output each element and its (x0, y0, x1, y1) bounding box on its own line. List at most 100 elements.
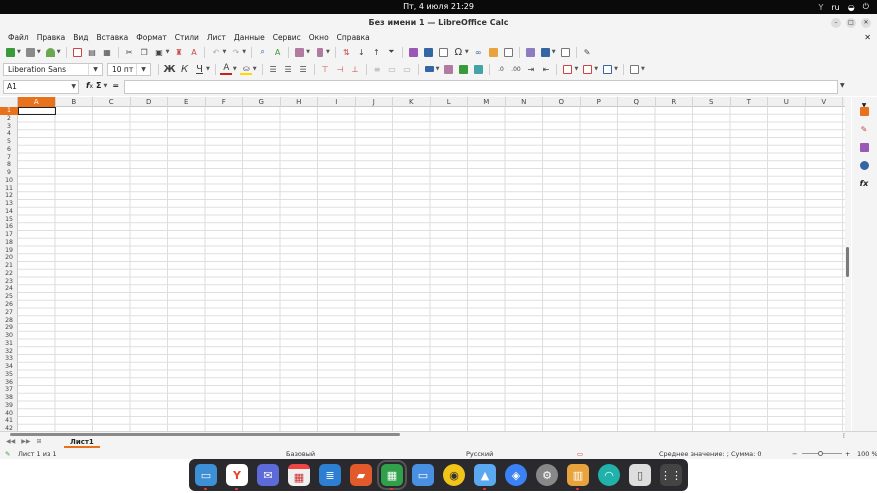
row-header[interactable]: 27 (0, 309, 18, 317)
menu-edit[interactable]: Правка (33, 32, 70, 44)
row-header[interactable]: 39 (0, 402, 18, 410)
settings-app-icon[interactable]: ⚙ (536, 464, 558, 486)
menu-insert[interactable]: Вставка (93, 32, 133, 44)
row-header[interactable]: 25 (0, 293, 18, 301)
app-store-icon[interactable]: ▲ (474, 464, 496, 490)
print-icon[interactable]: ▤ (86, 46, 98, 58)
align-bottom-icon[interactable]: ⊥ (349, 63, 361, 75)
border-color-icon[interactable] (602, 63, 614, 75)
chevron-down-icon[interactable]: ▼ (242, 49, 246, 55)
find-replace-icon[interactable]: ⌕ (257, 46, 269, 58)
font-color-button[interactable]: A (220, 63, 233, 75)
menu-help[interactable]: Справка (333, 32, 374, 44)
align-right-icon[interactable]: ☰ (297, 63, 309, 75)
export-pdf-icon[interactable] (71, 46, 83, 58)
menu-data[interactable]: Данные (230, 32, 269, 44)
close-document-icon[interactable]: ✕ (864, 32, 871, 44)
sort-icon[interactable]: ⇅ (340, 46, 352, 58)
menu-view[interactable]: Вид (69, 32, 92, 44)
define-print-area-icon[interactable] (524, 46, 536, 58)
row-header[interactable]: 30 (0, 332, 18, 340)
chevron-down-icon[interactable]: ▼ (552, 49, 556, 55)
zoom-slider-thumb[interactable] (818, 451, 823, 456)
row-header[interactable]: 11 (0, 185, 18, 193)
add-sheet-icon[interactable]: ⊞ (36, 438, 41, 445)
column-header[interactable]: N (506, 97, 543, 107)
insert-image-icon[interactable] (407, 46, 419, 58)
chevron-down-icon[interactable]: ▼ (326, 49, 330, 55)
name-box[interactable]: A1 ▼ (3, 80, 79, 94)
row-header[interactable]: 17 (0, 231, 18, 239)
system-monitor-app-icon[interactable]: ◠ (598, 464, 620, 486)
image-viewer-app-icon[interactable]: ▭ (412, 464, 434, 486)
sort-descending-icon[interactable]: ↑ (370, 46, 382, 58)
underline-button[interactable]: Ч (194, 63, 206, 75)
gallery-app-icon[interactable]: ▥ (567, 464, 589, 490)
sheet-tab[interactable]: Лист1 (64, 437, 100, 448)
column-header[interactable]: I (318, 97, 356, 107)
cell-area[interactable] (18, 107, 845, 431)
chevron-down-icon[interactable]: ▼ (222, 49, 226, 55)
sort-ascending-icon[interactable]: ↓ (355, 46, 367, 58)
row-header[interactable]: 15 (0, 216, 18, 224)
row-header[interactable]: 41 (0, 417, 18, 425)
italic-button[interactable]: К (179, 63, 191, 75)
increase-indent-icon[interactable]: ⇥ (525, 63, 537, 75)
row-header[interactable]: 5 (0, 138, 18, 146)
hyperlink-icon[interactable]: ∞ (472, 46, 484, 58)
chevron-down-icon[interactable]: ▼ (104, 83, 108, 89)
column-icon[interactable] (314, 46, 326, 58)
calendar-app-icon[interactable]: ▦ (288, 464, 310, 486)
conditional-format-icon[interactable] (629, 63, 641, 75)
column-header[interactable]: L (431, 97, 468, 107)
files-app-icon[interactable]: ▭ (195, 464, 217, 490)
column-header[interactable]: U (768, 97, 806, 107)
row-header[interactable]: 35 (0, 371, 18, 379)
active-cell-cursor[interactable] (18, 107, 56, 115)
column-header[interactable]: C (93, 97, 131, 107)
row-header[interactable]: 18 (0, 239, 18, 247)
chevron-down-icon[interactable]: ▼ (436, 66, 440, 72)
vertical-scroll-thumb[interactable] (846, 247, 849, 277)
merge-center-icon[interactable]: ▭ (386, 63, 398, 75)
row-header[interactable]: 34 (0, 363, 18, 371)
menu-styles[interactable]: Стили (171, 32, 203, 44)
gallery-icon[interactable] (858, 141, 870, 153)
page-style[interactable]: Базовый (286, 450, 315, 458)
freeze-rows-columns-icon[interactable] (539, 46, 551, 58)
row-header[interactable]: 32 (0, 348, 18, 356)
menu-sheet[interactable]: Лист (203, 32, 230, 44)
menu-file[interactable]: Файл (4, 32, 33, 44)
row-header[interactable]: 3 (0, 123, 18, 131)
scroll-right-icon[interactable]: ⁞ (843, 432, 845, 440)
row-header[interactable]: 21 (0, 262, 18, 270)
column-header[interactable]: E (168, 97, 206, 107)
function-wizard-button[interactable]: fx (86, 81, 93, 90)
column-header[interactable]: S (693, 97, 731, 107)
column-header[interactable]: P (581, 97, 618, 107)
row-header[interactable]: 14 (0, 208, 18, 216)
column-header[interactable]: T (731, 97, 768, 107)
vertical-scrollbar[interactable] (845, 97, 851, 431)
trash-app-icon[interactable]: ▯ (629, 464, 651, 486)
impress-app-icon[interactable]: ▰ (350, 464, 372, 486)
power-icon[interactable]: ⏻ (863, 2, 869, 12)
headers-footers-icon[interactable] (502, 46, 514, 58)
sum-button[interactable]: Σ (96, 81, 101, 90)
row-header[interactable]: 7 (0, 154, 18, 162)
styles-icon[interactable]: ✎ (858, 123, 870, 135)
zoom-out-icon[interactable]: − (792, 450, 797, 458)
row-header[interactable]: 1 (0, 107, 18, 115)
chevron-down-icon[interactable]: ▼ (465, 49, 469, 55)
undo-icon[interactable]: ↶ (210, 46, 222, 58)
calc-app-icon[interactable]: ▦ (377, 460, 407, 490)
column-header[interactable]: D (131, 97, 168, 107)
maximize-button[interactable]: □ (846, 18, 856, 28)
row-header[interactable]: 36 (0, 379, 18, 387)
wrap-text-icon[interactable]: ≡ (371, 63, 383, 75)
chevron-down-icon[interactable]: ▼ (306, 49, 310, 55)
clear-formatting-icon[interactable]: A (188, 46, 200, 58)
system-clock[interactable]: Пт, 4 июля 21:29 (0, 2, 877, 11)
row-header[interactable]: 28 (0, 317, 18, 325)
row-header[interactable]: 26 (0, 301, 18, 309)
